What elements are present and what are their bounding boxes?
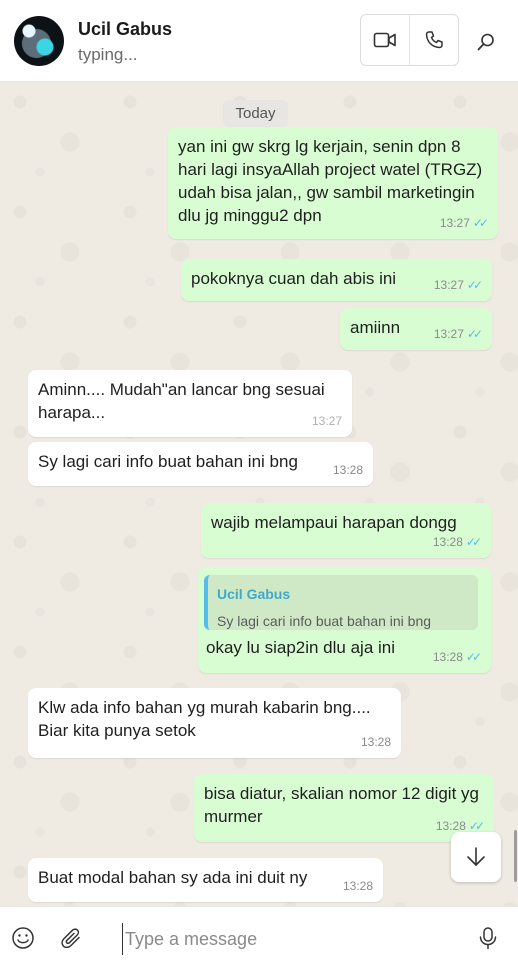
message-bubble-incoming[interactable]: Buat modal bahan sy ada ini duit ny 13:2… [28,858,383,902]
contact-avatar[interactable] [14,16,64,66]
scrollbar-thumb[interactable] [514,830,517,882]
message-meta: 13:27 ✓✓ [433,274,483,297]
read-receipt-icon: ✓✓ [465,650,482,664]
scroll-to-bottom-button[interactable] [451,832,501,882]
contact-name[interactable]: Ucil Gabus [78,19,172,40]
voice-call-button[interactable] [409,15,458,65]
message-list[interactable]: Today yan ini gw skrg lg kerjain, senin … [0,82,518,906]
message-text: okay lu siap2in dlu aja ini [206,638,396,657]
emoji-button[interactable] [9,924,37,952]
message-time: 13:28 [432,535,463,549]
emoji-icon [12,927,34,949]
message-time: 13:28 [332,463,363,477]
message-text: Aminn.... Mudah"an lancar bng sesuai har… [38,380,325,422]
message-time: 13:27 [433,327,464,341]
voice-call-icon [425,31,443,49]
message-bubble-incoming[interactable]: Aminn.... Mudah"an lancar bng sesuai har… [28,370,352,437]
contact-status: typing... [78,45,138,64]
message-time: 13:28 [432,650,463,664]
message-bubble-outgoing[interactable]: bisa diatur, skalian nomor 12 digit yg m… [194,774,494,842]
message-time: 13:28 [360,735,391,749]
attach-button[interactable] [58,924,86,952]
message-bubble-incoming[interactable]: Sy lagi cari info buat bahan ini bng 13:… [28,442,373,486]
message-bubble-outgoing[interactable]: yan ini gw skrg lg kerjain, senin dpn 8 … [168,127,498,239]
video-call-icon [373,32,396,48]
read-receipt-icon: ✓✓ [465,535,482,549]
message-meta: 13:28 [343,875,373,898]
message-meta: 13:27 ✓✓ [433,323,483,346]
message-meta: 13:27 ✓✓ [439,212,489,235]
day-separator: Today [223,100,288,127]
message-meta: 13:28 [333,459,363,482]
message-text: Buat modal bahan sy ada ini duit ny [38,868,308,887]
message-time: 13:27 [311,414,342,428]
voice-message-button[interactable] [474,924,502,952]
quoted-message[interactable]: Ucil Gabus Sy lagi cari info buat bahan … [204,575,478,630]
message-text: Klw ada info bahan yg murah kabarin bng.… [38,698,371,740]
message-bubble-outgoing[interactable]: amiinn 13:27 ✓✓ [340,308,492,350]
message-bubble-outgoing[interactable]: pokoknya cuan dah abis ini 13:27 ✓✓ [181,259,492,301]
message-input[interactable] [122,923,457,955]
message-bubble-outgoing[interactable]: wajib melampaui harapan dongg 13:28 ✓✓ [201,503,491,558]
message-bubble-incoming[interactable]: Klw ada info bahan yg murah kabarin bng.… [28,688,401,758]
message-text: Sy lagi cari info buat bahan ini bng [38,452,298,471]
message-time: 13:27 [439,216,470,230]
message-time: 13:27 [433,278,464,292]
message-meta: 13:28 ✓✓ [432,646,482,669]
call-button-group [360,14,459,66]
message-composer [0,906,518,968]
chat-header: Ucil Gabus typing... [0,0,518,82]
message-bubble-outgoing-reply[interactable]: Ucil Gabus Sy lagi cari info buat bahan … [198,567,491,673]
video-call-button[interactable] [361,15,409,65]
attach-icon [61,928,80,949]
read-receipt-icon: ✓✓ [466,327,483,341]
message-meta: 13:27 [312,410,342,433]
microphone-icon [479,927,497,950]
search-icon [477,33,494,51]
message-meta: 13:28 ✓✓ [432,531,482,554]
message-meta: 13:28 [361,731,391,754]
message-time: 13:28 [342,879,373,893]
arrow-down-icon [467,847,485,866]
search-button[interactable] [470,26,502,58]
quoted-author: Ucil Gabus [217,586,291,602]
read-receipt-icon: ✓✓ [466,278,483,292]
quoted-text: Sy lagi cari info buat bahan ini bng [217,613,432,629]
read-receipt-icon: ✓✓ [472,216,489,230]
